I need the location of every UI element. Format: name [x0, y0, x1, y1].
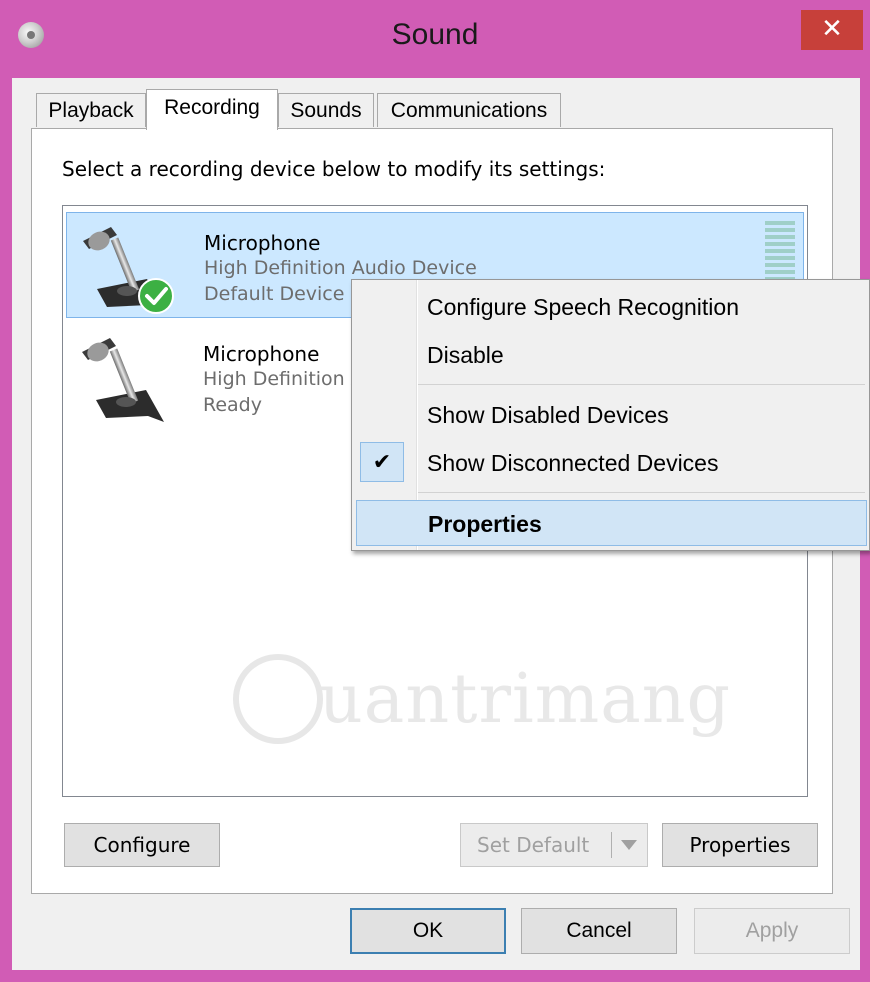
lightbulb-logo-icon: [233, 654, 323, 744]
device-status: Default Device: [204, 283, 345, 305]
cancel-button[interactable]: Cancel: [521, 908, 677, 954]
device-context-menu: Configure Speech Recognition Disable Sho…: [351, 279, 870, 551]
device-status: Ready: [203, 394, 262, 416]
checkmark-icon: ✔: [360, 442, 404, 482]
default-device-check-icon: [138, 278, 174, 314]
device-name: Microphone: [203, 342, 320, 366]
tab-recording[interactable]: Recording: [146, 89, 278, 130]
ok-button[interactable]: OK: [350, 908, 506, 954]
tab-communications[interactable]: Communications: [377, 93, 561, 127]
chevron-down-icon: [611, 832, 647, 858]
set-default-split-button: Set Default: [460, 823, 648, 867]
device-description: High Definition Audio Device: [204, 257, 477, 279]
sound-dialog-window: Sound ✕ Playback Recording Sounds Commun…: [0, 0, 870, 982]
watermark-text: uantrimang: [319, 660, 732, 739]
menu-item-show-disconnected-devices[interactable]: ✔ Show Disconnected Devices: [356, 440, 867, 486]
menu-item-properties[interactable]: Properties: [356, 500, 867, 546]
tab-sounds[interactable]: Sounds: [278, 93, 374, 127]
menu-separator: [418, 492, 865, 493]
window-title: Sound: [391, 18, 479, 51]
menu-item-disable[interactable]: Disable: [356, 332, 867, 378]
tab-playback[interactable]: Playback: [36, 93, 146, 127]
properties-button[interactable]: Properties: [662, 823, 818, 867]
close-button[interactable]: ✕: [801, 10, 863, 50]
apply-button: Apply: [694, 908, 850, 954]
microphone-icon: [82, 338, 164, 422]
watermark: uantrimang: [233, 654, 730, 754]
device-name: Microphone: [204, 231, 321, 255]
menu-item-configure-speech-recognition[interactable]: Configure Speech Recognition: [356, 284, 867, 330]
instructions-text: Select a recording device below to modif…: [62, 157, 606, 181]
menu-separator: [418, 384, 865, 385]
set-default-label: Set Default: [477, 833, 590, 857]
title-bar[interactable]: Sound ✕: [0, 0, 870, 76]
menu-item-show-disabled-devices[interactable]: Show Disabled Devices: [356, 392, 867, 438]
configure-button[interactable]: Configure: [64, 823, 220, 867]
